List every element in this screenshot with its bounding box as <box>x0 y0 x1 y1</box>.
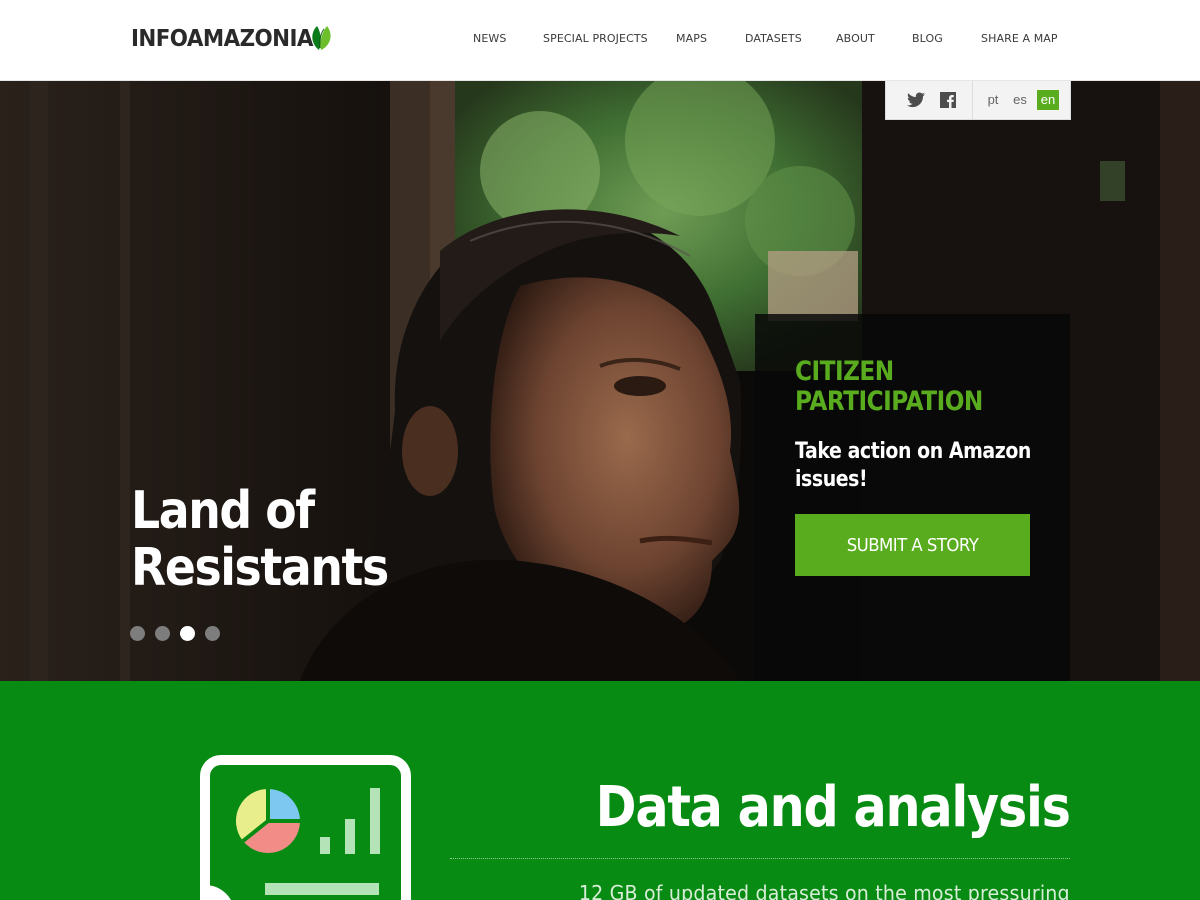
slider-dot-4[interactable] <box>205 626 220 641</box>
data-dashboard-icon <box>200 755 411 900</box>
submit-story-label: SUBMIT A STORY <box>846 534 979 556</box>
submit-story-button[interactable]: SUBMIT A STORY <box>795 514 1030 576</box>
nav-special-projects[interactable]: SPECIAL PROJECTS <box>543 32 648 45</box>
citizen-participation-panel: CITIZEN PARTICIPATION Take action on Ama… <box>755 314 1070 681</box>
nav-news[interactable]: NEWS <box>473 32 506 45</box>
twitter-icon[interactable] <box>906 90 926 110</box>
hero-title[interactable]: Land of Resistants <box>131 483 389 597</box>
lang-pt[interactable]: pt <box>982 90 1004 110</box>
data-section-title: Data and analysis <box>595 775 1071 840</box>
site-header: INFOAMAZONIA NEWS SPECIAL PROJECTS MAPS … <box>0 0 1200 81</box>
data-section-description: 12 GB of updated datasets on the most pr… <box>579 881 1070 900</box>
lang-es[interactable]: es <box>1009 90 1031 110</box>
facebook-icon[interactable] <box>938 90 958 110</box>
dotted-divider <box>450 858 1070 859</box>
nav-about[interactable]: ABOUT <box>836 32 875 45</box>
main-nav: NEWS SPECIAL PROJECTS MAPS DATASETS ABOU… <box>0 32 1200 50</box>
lang-en[interactable]: en <box>1037 90 1059 110</box>
slider-dots <box>130 626 220 641</box>
cta-text: Take action on Amazon issues! <box>795 439 1031 492</box>
nav-blog[interactable]: BLOG <box>912 32 943 45</box>
hero-slider: pt es en Land of Resistants CITIZEN PART… <box>0 81 1200 681</box>
data-analysis-section: Data and analysis 12 GB of updated datas… <box>0 681 1200 900</box>
slider-dot-1[interactable] <box>130 626 145 641</box>
cta-kicker: CITIZEN PARTICIPATION <box>795 356 983 417</box>
slider-dot-3[interactable] <box>180 626 195 641</box>
social-separator <box>972 81 973 119</box>
nav-maps[interactable]: MAPS <box>676 32 707 45</box>
social-language-bar: pt es en <box>885 81 1071 120</box>
slider-dot-2[interactable] <box>155 626 170 641</box>
nav-datasets[interactable]: DATASETS <box>745 32 802 45</box>
nav-share-a-map[interactable]: SHARE A MAP <box>981 32 1058 45</box>
